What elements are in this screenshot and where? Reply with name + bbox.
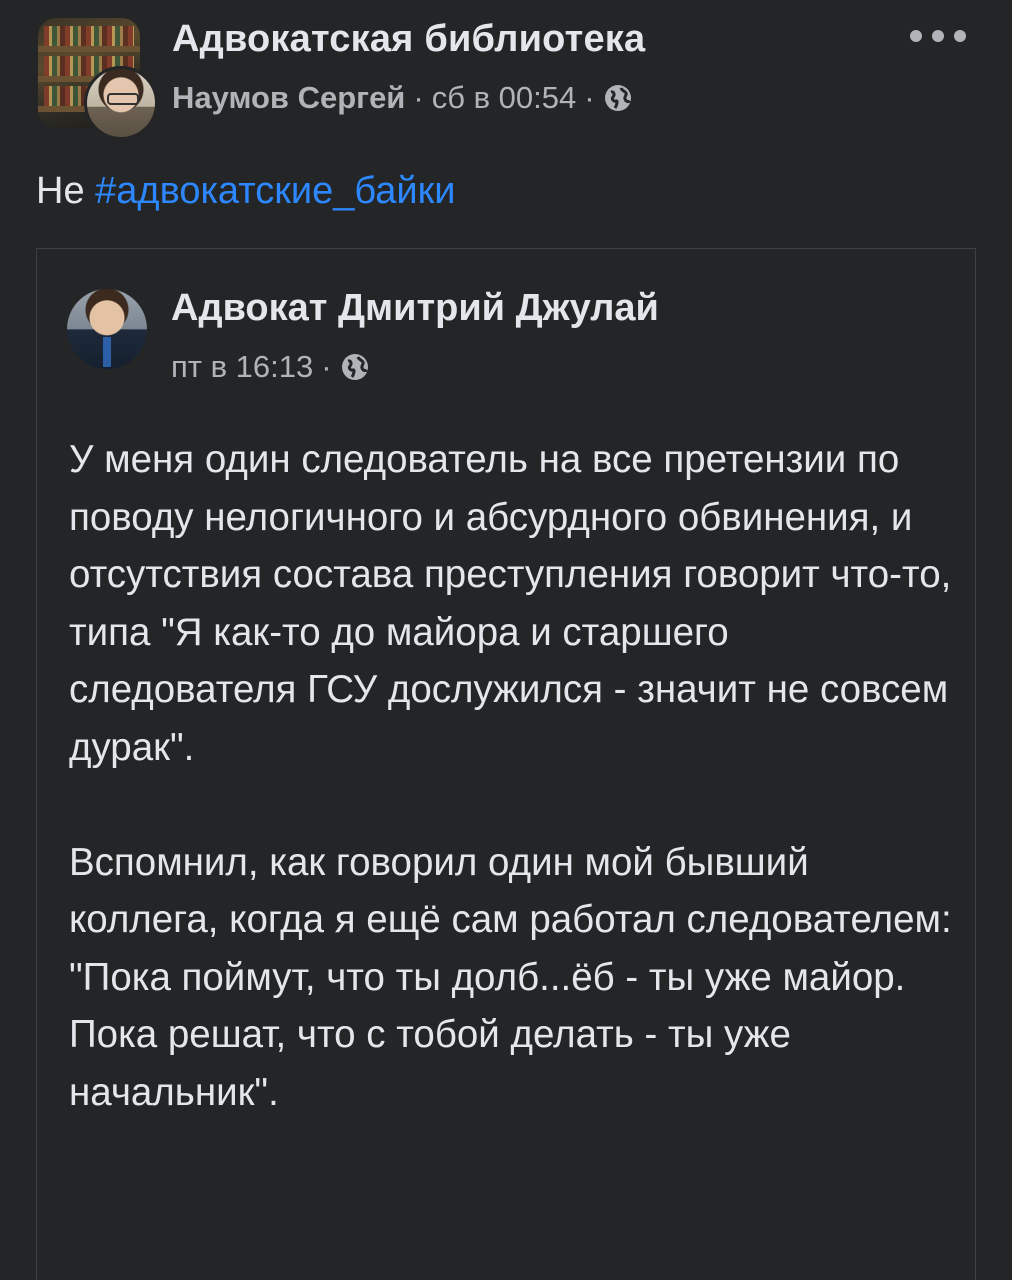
shared-post-card[interactable]: Адвокат Дмитрий Джулай пт в 16:13 · У ме… [36,248,976,1280]
feed-post: Адвокатская библиотека Наумов Сергей · с… [0,0,1012,1280]
globe-icon [341,354,368,380]
post-text: Не #адвокатские_байки [36,170,455,213]
shared-author-name-link[interactable]: Адвокат Дмитрий Джулай [171,287,659,330]
more-options-icon[interactable] [910,22,966,50]
shared-post-meta: пт в 16:13 · [171,349,370,385]
meta-separator: · [584,80,595,115]
post-timestamp[interactable]: сб в 00:54 [432,80,577,116]
shared-post-timestamp[interactable]: пт в 16:13 [171,349,313,385]
author-name-link[interactable]: Наумов Сергей [172,80,405,116]
shared-post-paragraph: Вспомнил, как говорил один мой бывший ко… [69,840,952,1114]
post-text-prefix: Не [36,170,85,212]
author-avatar[interactable] [84,66,158,140]
hashtag-link[interactable]: #адвокатские_байки [95,170,455,212]
globe-icon [604,85,631,111]
shared-post-body: У меня один следователь на все претензии… [69,431,959,1121]
shared-author-avatar[interactable] [67,289,147,369]
group-name-link[interactable]: Адвокатская библиотека [172,18,645,61]
shared-post-paragraph: У меня один следователь на все претензии… [69,438,952,769]
meta-separator: · [321,349,332,384]
post-meta: Наумов Сергей · сб в 00:54 · [172,80,633,116]
meta-separator: · [413,80,424,115]
